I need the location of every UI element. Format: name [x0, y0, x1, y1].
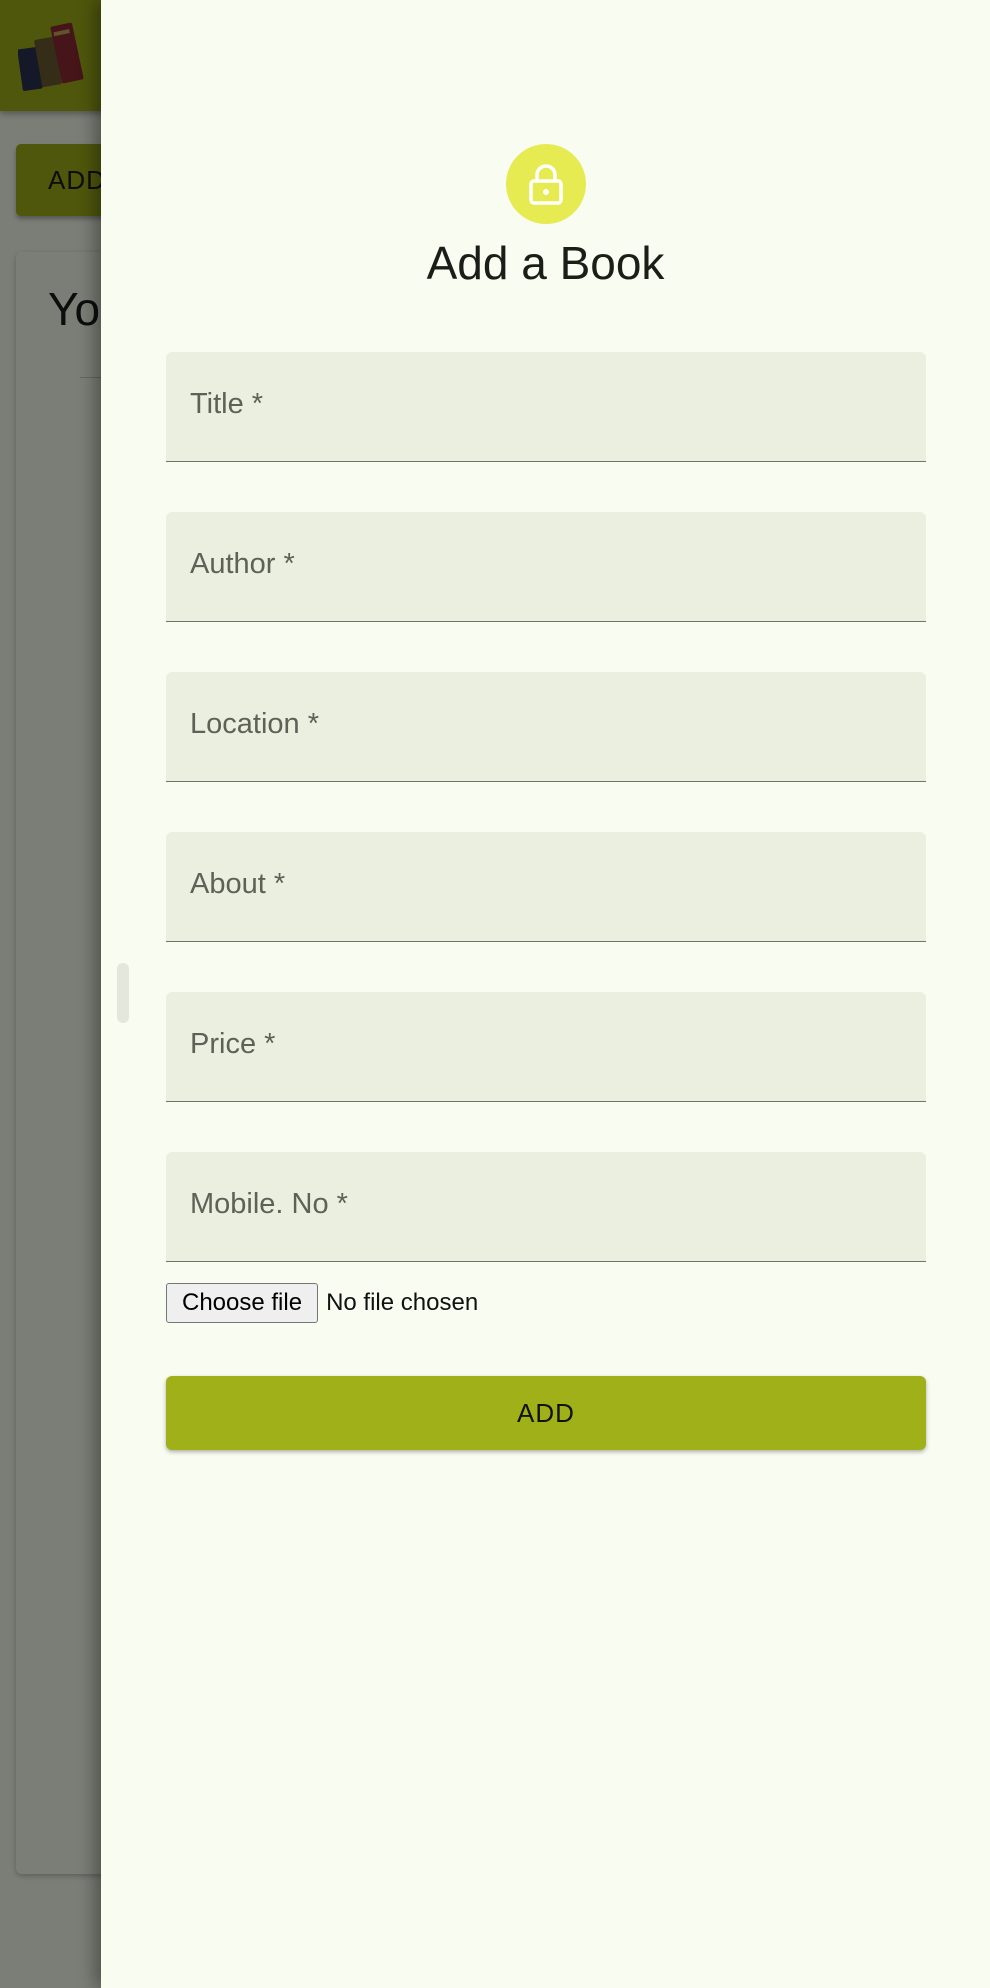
author-field-label: Author *: [190, 548, 295, 580]
location-field-label: Location *: [190, 708, 319, 740]
mobile-no-field-label: Mobile. No *: [190, 1188, 348, 1220]
file-status-text: No file chosen: [326, 1289, 479, 1316]
title-field[interactable]: Title *: [166, 352, 926, 462]
about-field-label: About *: [190, 868, 286, 900]
author-field[interactable]: Author *: [166, 512, 926, 622]
price-field-label: Price *: [190, 1028, 276, 1060]
add-submit-button[interactable]: ADD: [166, 1376, 926, 1450]
drawer-resize-handle[interactable]: [117, 963, 129, 1023]
location-field[interactable]: Location *: [166, 672, 926, 782]
choose-file-button[interactable]: Choose file: [166, 1283, 319, 1323]
lock-icon: [529, 164, 563, 205]
mobile-no-field[interactable]: Mobile. No *: [166, 1152, 926, 1262]
title-field-label: Title *: [190, 388, 264, 420]
add-book-drawer: Add a Book Title * Author * Location * A…: [101, 0, 990, 1988]
about-field[interactable]: About *: [166, 832, 926, 942]
file-input: Choose file No file chosen: [166, 1282, 478, 1324]
price-field[interactable]: Price *: [166, 992, 926, 1102]
drawer-title: Add a Book: [426, 237, 665, 289]
lock-avatar: [506, 144, 586, 224]
